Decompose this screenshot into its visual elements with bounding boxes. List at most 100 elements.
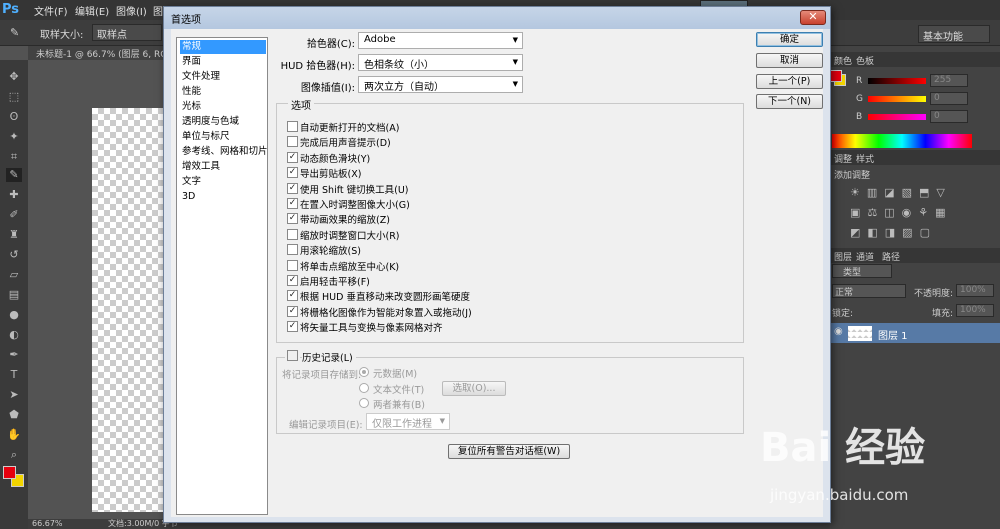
option-checkbox[interactable]: ✓ [287, 290, 298, 302]
category-units[interactable]: 单位与标尺 [180, 130, 266, 144]
reset-warnings-button[interactable]: 复位所有警告对话框(W) [448, 444, 570, 459]
option-label[interactable]: 将单击点缩放至中心(K) [300, 259, 399, 273]
marquee-tool-icon[interactable]: ⬚ [6, 90, 22, 104]
option-label[interactable]: 完成后用声音提示(D) [300, 135, 391, 149]
g-slider[interactable] [868, 96, 926, 102]
lasso-tool-icon[interactable]: ʘ [6, 110, 22, 124]
hand-tool-icon[interactable]: ✋ [6, 428, 22, 442]
tab-color[interactable]: 颜色 [834, 54, 852, 67]
path-select-icon[interactable]: ➤ [6, 388, 22, 402]
cancel-button[interactable]: 取消 [756, 53, 823, 68]
radio-metadata[interactable] [359, 367, 369, 377]
zoom-level[interactable]: 66.67% [32, 519, 63, 529]
g-value[interactable]: 0 [930, 92, 968, 105]
adjustment-icons-row3[interactable]: ◩◧◨▨▢ [850, 226, 937, 239]
history-brush-icon[interactable]: ↺ [6, 248, 22, 262]
gradient-tool-icon[interactable]: ▤ [6, 288, 22, 302]
category-transparency[interactable]: 透明度与色域 [180, 115, 266, 129]
transparent-canvas[interactable] [92, 108, 166, 512]
move-tool-icon[interactable]: ✥ [6, 70, 22, 84]
b-slider[interactable] [868, 114, 926, 120]
tab-swatches[interactable]: 色板 [856, 54, 874, 67]
option-checkbox[interactable] [287, 259, 298, 271]
option-checkbox[interactable] [287, 121, 298, 132]
document-tab[interactable]: 未标题-1 @ 66.7% (图层 6, RGB/8 [28, 46, 178, 60]
option-label[interactable]: 根据 HUD 垂直移动来改变圆形画笔硬度 [300, 289, 470, 303]
option-label[interactable]: 启用轻击平移(F) [300, 274, 370, 288]
tab-channels[interactable]: 通道 [856, 250, 874, 263]
blend-mode-select[interactable]: 正常 [832, 284, 906, 298]
category-interface[interactable]: 界面 [180, 55, 266, 69]
brush-tool-icon[interactable]: ✐ [6, 208, 22, 222]
option-label[interactable]: 用滚轮缩放(S) [300, 243, 361, 257]
history-checkbox[interactable] [287, 350, 298, 361]
r-value[interactable]: 255 [930, 74, 968, 87]
option-checkbox[interactable]: ✓ [287, 305, 298, 317]
choose-button[interactable]: 选取(O)... [442, 381, 506, 396]
menu-image[interactable]: 图像(I) [116, 3, 147, 18]
next-button[interactable]: 下一个(N) [756, 94, 823, 109]
stamp-tool-icon[interactable]: ♜ [6, 228, 22, 242]
sample-size-select[interactable]: 取样点 [92, 24, 162, 41]
option-label[interactable]: 动态颜色滑块(Y) [300, 151, 370, 165]
radio-textfile[interactable] [359, 383, 369, 393]
adjustment-icons-row1[interactable]: ☀▥◪▧⬒▽ [850, 186, 952, 199]
opacity-value[interactable]: 100% [956, 284, 994, 297]
color-spectrum[interactable] [832, 134, 972, 148]
ok-button[interactable]: 确定 [756, 32, 823, 47]
close-icon[interactable]: ✕ [800, 10, 826, 25]
pen-tool-icon[interactable]: ✒ [6, 348, 22, 362]
option-label[interactable]: 使用 Shift 键切换工具(U) [300, 182, 409, 196]
fg-color-chip[interactable] [830, 70, 842, 82]
option-checkbox[interactable] [287, 228, 298, 240]
dodge-tool-icon[interactable]: ◐ [6, 328, 22, 342]
menu-file[interactable]: 文件(F) [34, 3, 68, 18]
fill-value[interactable]: 100% [956, 304, 994, 317]
foreground-color-swatch[interactable] [3, 466, 16, 479]
category-3d[interactable]: 3D [180, 190, 266, 204]
type-tool-icon[interactable]: T [6, 368, 22, 382]
option-checkbox[interactable]: ✓ [287, 275, 298, 286]
prev-button[interactable]: 上一个(P) [756, 74, 823, 89]
layer-name[interactable]: 图层 1 [878, 327, 908, 342]
tab-styles[interactable]: 样式 [856, 152, 874, 165]
history-title[interactable]: 历史记录(L) [302, 350, 356, 364]
category-plugins[interactable]: 增效工具 [180, 160, 266, 174]
blur-tool-icon[interactable]: ● [6, 308, 22, 322]
edit-log-select[interactable]: 仅限工作进程 ▼ [366, 413, 450, 430]
tab-layers[interactable]: 图层 [834, 250, 852, 263]
interpolation-select[interactable]: 两次立方（自动） ▼ [358, 76, 523, 93]
option-checkbox[interactable]: ✓ [287, 321, 298, 333]
option-checkbox[interactable]: ✓ [287, 198, 298, 209]
option-checkbox[interactable]: ✓ [287, 182, 298, 194]
healing-tool-icon[interactable]: ✚ [6, 188, 22, 202]
option-label[interactable]: 在置入时调整图像大小(G) [300, 197, 410, 211]
option-checkbox[interactable]: ✓ [287, 213, 298, 225]
eyedropper-tool-icon[interactable]: ✎ [6, 168, 22, 182]
workspace-switcher[interactable]: 基本功能 [918, 25, 990, 43]
zoom-tool-icon[interactable]: ⌕ [6, 448, 22, 462]
radio-both[interactable] [359, 398, 369, 408]
eye-icon[interactable]: ◉ [834, 326, 843, 337]
crop-tool-icon[interactable]: ⌗ [6, 150, 22, 164]
category-cursors[interactable]: 光标 [180, 100, 266, 114]
color-picker-select[interactable]: Adobe ▼ [358, 32, 523, 49]
r-slider[interactable] [868, 78, 926, 84]
option-label[interactable]: 自动更新打开的文档(A) [300, 120, 399, 134]
option-label[interactable]: 将矢量工具与变换与像素网格对齐 [300, 320, 443, 334]
category-general[interactable]: 常规 [180, 40, 266, 54]
category-type[interactable]: 文字 [180, 175, 266, 189]
magic-wand-icon[interactable]: ✦ [6, 130, 22, 144]
option-label[interactable]: 导出剪贴板(X) [300, 166, 361, 180]
eraser-tool-icon[interactable]: ▱ [6, 268, 22, 282]
category-performance[interactable]: 性能 [180, 85, 266, 99]
menu-edit[interactable]: 编辑(E) [75, 3, 109, 18]
option-label[interactable]: 将栅格化图像作为智能对象置入或拖动(J) [300, 305, 472, 319]
option-checkbox[interactable]: ✓ [287, 167, 298, 179]
layer-filter-select[interactable]: 类型 [832, 264, 892, 278]
category-guides[interactable]: 参考线、网格和切片 [180, 145, 268, 159]
adjustment-icons-row2[interactable]: ▣⚖◫◉⚘▦ [850, 206, 953, 219]
b-value[interactable]: 0 [930, 110, 968, 123]
tab-adjustments[interactable]: 调整 [834, 152, 852, 165]
option-checkbox[interactable] [287, 244, 298, 256]
